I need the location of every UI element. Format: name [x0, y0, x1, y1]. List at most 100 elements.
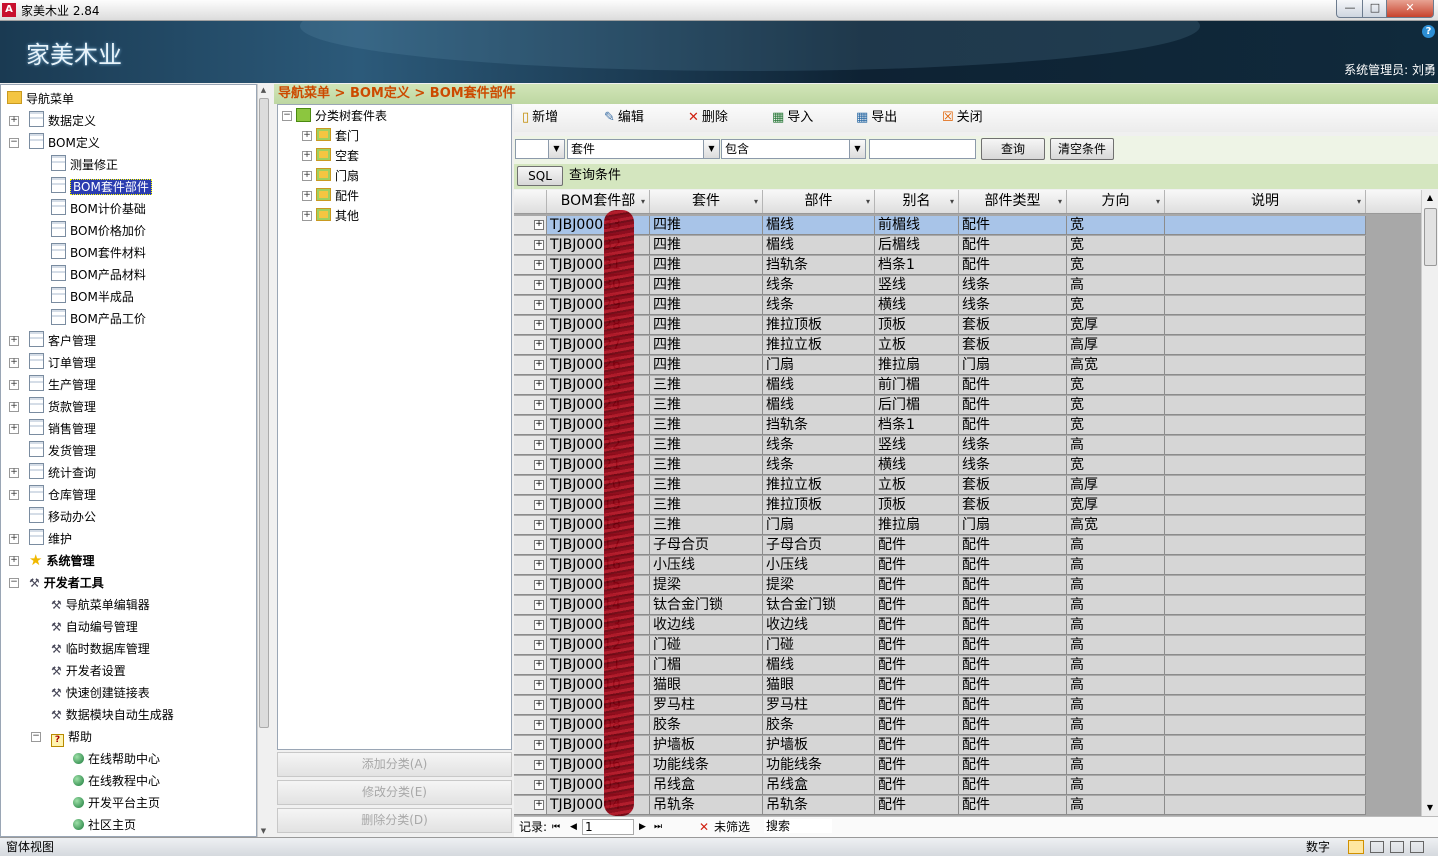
- table-cell[interactable]: [1165, 396, 1366, 415]
- table-cell[interactable]: 宽厚: [1067, 316, 1165, 335]
- table-cell[interactable]: 吊线盒: [763, 776, 875, 795]
- row-selector[interactable]: +: [514, 676, 547, 695]
- table-cell[interactable]: 三推: [650, 496, 763, 515]
- table-cell[interactable]: [1165, 436, 1366, 455]
- expand-row-icon[interactable]: +: [534, 680, 544, 690]
- sidebar-item[interactable]: + 订单管理: [9, 353, 96, 373]
- table-cell[interactable]: 高: [1067, 796, 1165, 815]
- table-cell[interactable]: 配件: [875, 556, 959, 575]
- edit-category-button[interactable]: 修改分类(E): [277, 780, 512, 805]
- table-cell[interactable]: [1165, 536, 1366, 555]
- table-row[interactable]: + TJBJ00012 门碰 门碰 配件 配件高: [514, 636, 1366, 655]
- datasheet-view-icon[interactable]: [1370, 841, 1384, 853]
- tree-node[interactable]: + 套门: [302, 126, 359, 146]
- expand-icon[interactable]: +: [9, 424, 19, 434]
- table-row[interactable]: + TJBJ00013 收边线 收边线 配件 配件高: [514, 616, 1366, 635]
- table-cell[interactable]: 顶板: [875, 316, 959, 335]
- row-selector[interactable]: +: [514, 576, 547, 595]
- table-cell[interactable]: 楣线: [763, 396, 875, 415]
- expand-row-icon[interactable]: +: [534, 400, 544, 410]
- expand-icon[interactable]: +: [302, 131, 312, 141]
- table-cell[interactable]: 推拉顶板: [763, 316, 875, 335]
- table-cell[interactable]: TJBJ00027: [547, 336, 650, 355]
- table-cell[interactable]: 三推: [650, 376, 763, 395]
- table-cell[interactable]: 高: [1067, 716, 1165, 735]
- sidebar-item[interactable]: + 统计查询: [9, 463, 96, 483]
- table-cell[interactable]: 高宽: [1067, 356, 1165, 375]
- table-cell[interactable]: 门扇: [959, 516, 1067, 535]
- table-cell[interactable]: 门扇: [763, 516, 875, 535]
- table-cell[interactable]: 宽: [1067, 236, 1165, 255]
- import-button[interactable]: ▦ 导入: [772, 109, 813, 127]
- table-cell[interactable]: TJBJ00014: [547, 596, 650, 615]
- table-row[interactable]: + TJBJ00008 胶条 胶条 配件 配件高: [514, 716, 1366, 735]
- expand-row-icon[interactable]: +: [534, 720, 544, 730]
- expand-row-icon[interactable]: +: [534, 380, 544, 390]
- expand-icon[interactable]: +: [9, 534, 19, 544]
- tree-node[interactable]: + 配件: [302, 186, 359, 206]
- table-cell[interactable]: 立板: [875, 336, 959, 355]
- table-cell[interactable]: 配件: [875, 696, 959, 715]
- table-cell[interactable]: 套板: [959, 476, 1067, 495]
- table-cell[interactable]: TJBJ00013: [547, 616, 650, 635]
- row-selector[interactable]: +: [514, 236, 547, 255]
- table-cell[interactable]: 挡轨条: [763, 416, 875, 435]
- table-row[interactable]: + TJBJ00006 功能线条 功能线条 配件 配件高: [514, 756, 1366, 775]
- table-cell[interactable]: [1165, 696, 1366, 715]
- table-cell[interactable]: TJBJ00020: [547, 476, 650, 495]
- table-cell[interactable]: 高: [1067, 436, 1165, 455]
- table-cell[interactable]: 三推: [650, 516, 763, 535]
- expand-row-icon[interactable]: +: [534, 260, 544, 270]
- table-cell[interactable]: 罗马柱: [650, 696, 763, 715]
- edit-button[interactable]: ✎ 编辑: [604, 109, 644, 127]
- table-cell[interactable]: [1165, 416, 1366, 435]
- table-cell[interactable]: 猫眼: [763, 676, 875, 695]
- table-cell[interactable]: TJBJ00028: [547, 316, 650, 335]
- table-cell[interactable]: 高: [1067, 596, 1165, 615]
- table-row[interactable]: + TJBJ00018 三推 门扇 推拉扇 门扇 高宽: [514, 516, 1366, 535]
- table-cell[interactable]: 宽厚: [1067, 496, 1165, 515]
- table-cell[interactable]: TJBJ00012: [547, 636, 650, 655]
- table-cell[interactable]: 线条: [959, 276, 1067, 295]
- table-cell[interactable]: 高宽: [1067, 516, 1165, 535]
- table-row[interactable]: + TJBJ00021 三推 线条 横线 线条宽: [514, 456, 1366, 475]
- chevron-down-icon[interactable]: ▼: [548, 140, 564, 158]
- table-cell[interactable]: 推拉顶板: [763, 496, 875, 515]
- clear-conditions-button[interactable]: 清空条件: [1050, 138, 1114, 160]
- table-cell[interactable]: 配件: [875, 596, 959, 615]
- tree-node[interactable]: + 其他: [302, 206, 359, 226]
- table-cell[interactable]: 高: [1067, 676, 1165, 695]
- table-row[interactable]: + TJBJ00015 提梁 提梁 配件 配件高: [514, 576, 1366, 595]
- table-cell[interactable]: 线条: [959, 436, 1067, 455]
- table-cell[interactable]: 门扇: [763, 356, 875, 375]
- expand-row-icon[interactable]: +: [534, 300, 544, 310]
- table-cell[interactable]: 吊轨条: [650, 796, 763, 815]
- expand-icon[interactable]: +: [9, 336, 19, 346]
- table-cell[interactable]: 套板: [959, 316, 1067, 335]
- table-row[interactable]: + TJBJ00010 猫眼 猫眼 配件 配件高: [514, 676, 1366, 695]
- table-cell[interactable]: 护墙板: [763, 736, 875, 755]
- table-cell[interactable]: TJBJ00021: [547, 456, 650, 475]
- table-cell[interactable]: 三推: [650, 436, 763, 455]
- column-header[interactable]: 部件 ▾: [763, 190, 875, 213]
- table-row[interactable]: + TJBJ00025 三推 楣线 前门楣 配件宽: [514, 376, 1366, 395]
- close-window-button[interactable]: ✕: [1386, 0, 1434, 18]
- table-cell[interactable]: 四推: [650, 316, 763, 335]
- table-cell[interactable]: 高: [1067, 276, 1165, 295]
- table-cell[interactable]: 楣线: [763, 216, 875, 235]
- table-cell[interactable]: [1165, 776, 1366, 795]
- table-cell[interactable]: TJBJ00023: [547, 416, 650, 435]
- table-cell[interactable]: 前楣线: [875, 216, 959, 235]
- table-cell[interactable]: 配件: [959, 756, 1067, 775]
- table-cell[interactable]: 小压线: [650, 556, 763, 575]
- table-cell[interactable]: 四推: [650, 276, 763, 295]
- table-cell[interactable]: TJBJ00015: [547, 576, 650, 595]
- table-cell[interactable]: 配件: [875, 676, 959, 695]
- table-cell[interactable]: 竖线: [875, 436, 959, 455]
- table-cell[interactable]: [1165, 556, 1366, 575]
- table-cell[interactable]: 配件: [959, 696, 1067, 715]
- sort-arrow-icon[interactable]: ▾: [950, 190, 954, 213]
- column-header[interactable]: 套件 ▾: [650, 190, 763, 213]
- table-cell[interactable]: 钛合金门锁: [650, 596, 763, 615]
- expand-row-icon[interactable]: +: [534, 460, 544, 470]
